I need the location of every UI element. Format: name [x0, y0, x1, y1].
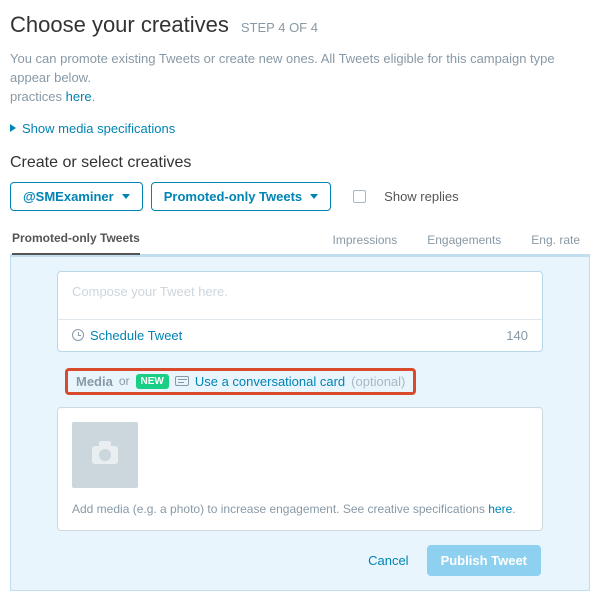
col-engagements: Engagements: [427, 233, 501, 255]
show-media-specs-label: Show media specifications: [22, 121, 175, 136]
tab-promoted-only[interactable]: Promoted-only Tweets: [12, 231, 140, 255]
clock-icon: [72, 329, 84, 341]
intro-line-1: You can promote existing Tweets or creat…: [10, 51, 555, 85]
show-replies-checkbox[interactable]: [353, 190, 366, 203]
add-media-thumbnail[interactable]: [72, 422, 138, 488]
tweet-filter-label: Promoted-only Tweets: [164, 189, 302, 204]
schedule-tweet-button[interactable]: Schedule Tweet: [72, 328, 182, 343]
step-indicator: STEP 4 OF 4: [241, 20, 318, 35]
intro-dot: .: [92, 89, 96, 104]
publish-tweet-button[interactable]: Publish Tweet: [427, 545, 541, 576]
media-label: Media: [76, 374, 113, 389]
new-badge: NEW: [136, 374, 169, 389]
account-dropdown[interactable]: @SMExaminer: [10, 182, 143, 211]
use-conversational-card-link[interactable]: Use a conversational card: [195, 374, 345, 389]
conversational-card-callout: Media or NEW Use a conversational card (…: [65, 368, 416, 395]
chevron-down-icon: [122, 194, 130, 199]
compose-card: Compose your Tweet here. Schedule Tweet …: [57, 271, 543, 352]
cancel-button[interactable]: Cancel: [368, 553, 408, 568]
col-impressions: Impressions: [333, 233, 398, 255]
intro-line-2-prefix: practices: [10, 89, 66, 104]
char-count: 140: [506, 328, 528, 343]
section-title: Create or select creatives: [10, 154, 590, 172]
camera-icon: [92, 446, 118, 464]
account-dropdown-label: @SMExaminer: [23, 189, 114, 204]
creative-specs-link[interactable]: here: [488, 502, 512, 516]
schedule-tweet-label: Schedule Tweet: [90, 328, 182, 343]
show-media-specs-toggle[interactable]: Show media specifications: [10, 121, 590, 136]
show-replies-label: Show replies: [384, 189, 458, 204]
col-eng-rate: Eng. rate: [531, 233, 580, 255]
creatives-panel: Compose your Tweet here. Schedule Tweet …: [10, 254, 590, 591]
card-icon: [175, 376, 189, 386]
media-hint-text: Add media (e.g. a photo) to increase eng…: [72, 502, 488, 516]
tweet-filter-dropdown[interactable]: Promoted-only Tweets: [151, 182, 331, 211]
page-title: Choose your creatives: [10, 12, 229, 38]
media-hint-dot: .: [512, 502, 515, 516]
media-hint: Add media (e.g. a photo) to increase eng…: [72, 502, 528, 516]
best-practices-link[interactable]: here: [66, 89, 92, 104]
optional-label: (optional): [351, 374, 405, 389]
media-picker-card: Add media (e.g. a photo) to increase eng…: [57, 407, 543, 531]
or-label: or: [119, 374, 130, 388]
chevron-down-icon: [310, 194, 318, 199]
compose-input[interactable]: Compose your Tweet here.: [58, 272, 542, 319]
chevron-right-icon: [10, 124, 16, 132]
intro-text: You can promote existing Tweets or creat…: [10, 50, 590, 107]
